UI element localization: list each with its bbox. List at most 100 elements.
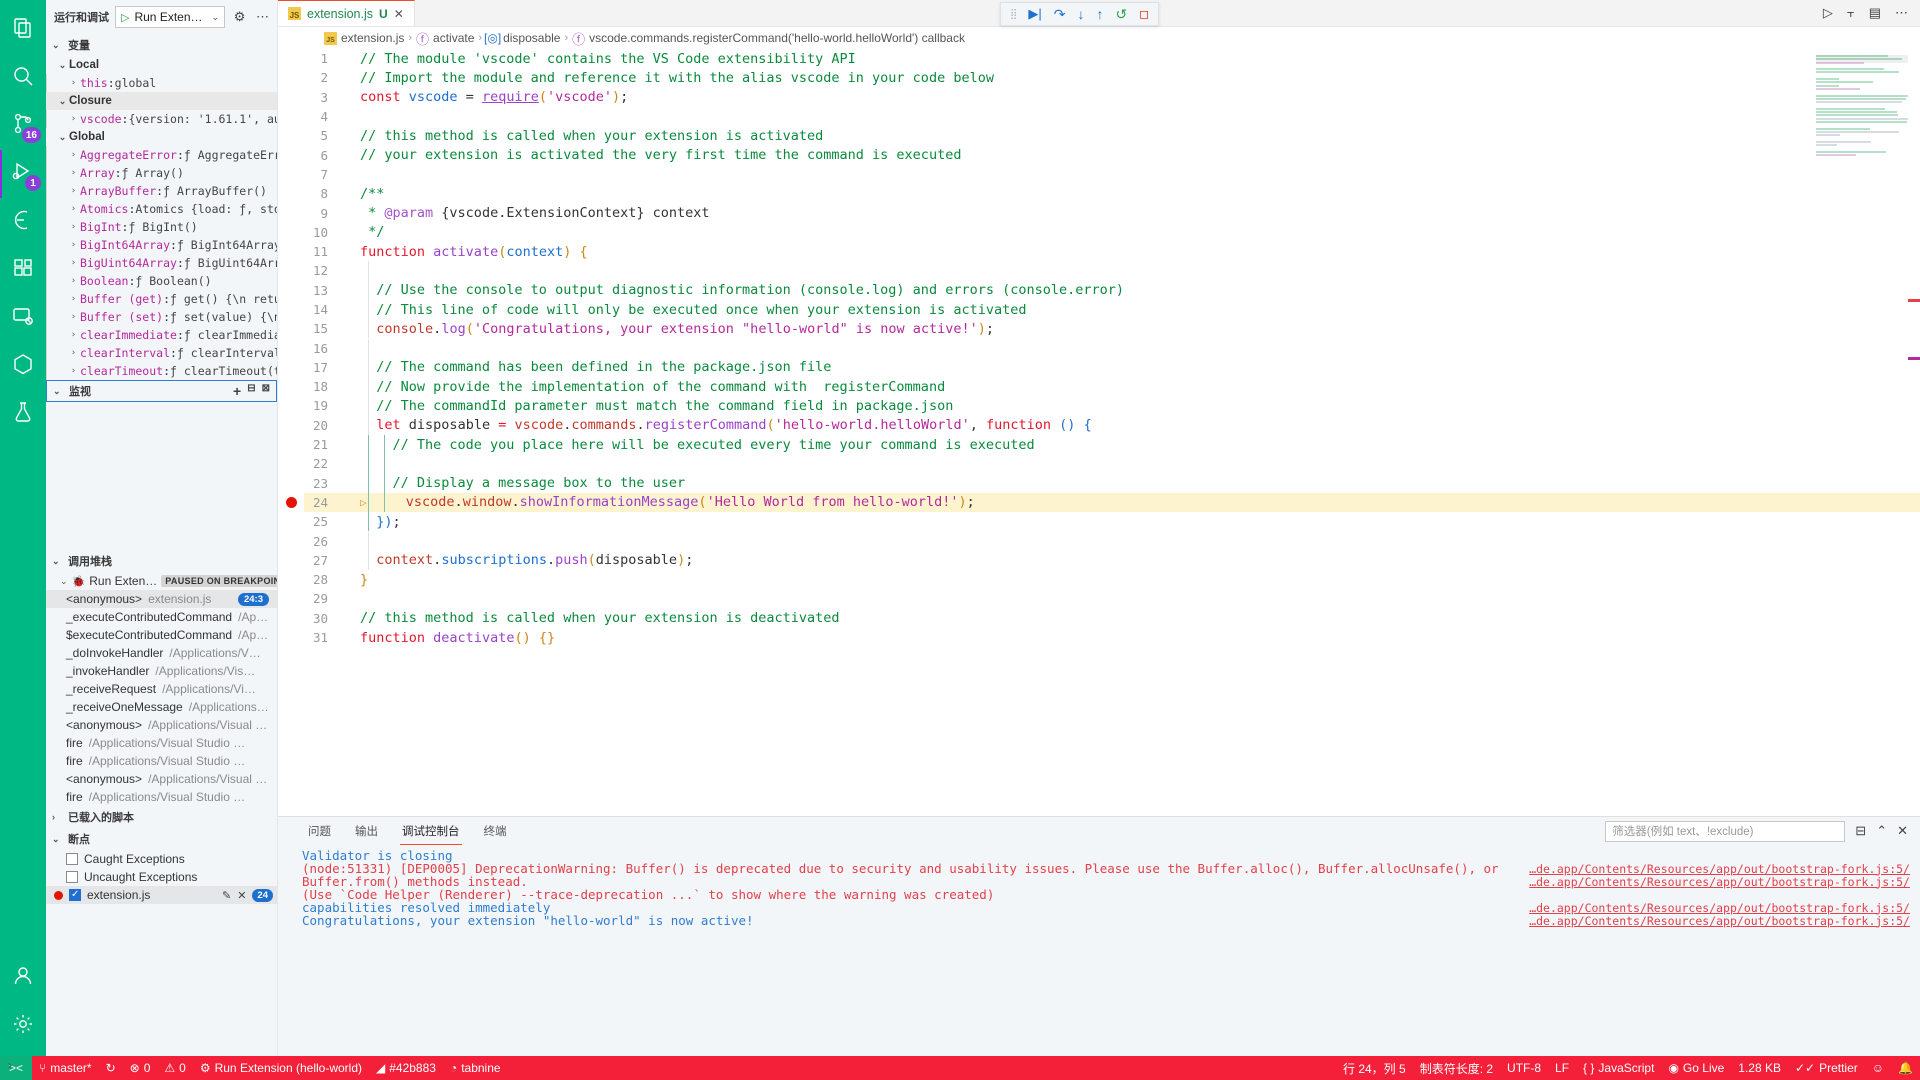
launch-configuration-select[interactable]: ▷ Run Extension ⌄ (115, 6, 226, 28)
code-line[interactable]: 4 (304, 107, 1920, 126)
add-watch-expression-button[interactable]: + (233, 383, 241, 399)
activity-item-test-beaker[interactable] (0, 390, 46, 438)
chevron-right-icon[interactable]: › (67, 168, 80, 178)
code-line[interactable]: 30 // this method is called when your ext… (304, 609, 1920, 628)
variable-row[interactable]: ›clearInterval: ƒ clearInterval(time… (46, 344, 277, 362)
call-stack-frame[interactable]: $executeContributedCommand/Ap… (46, 626, 277, 644)
code-line[interactable]: 27 context.subscriptions.push(disposable… (304, 551, 1920, 570)
code-line[interactable]: 9 * @param {vscode.ExtensionContext} con… (304, 203, 1920, 222)
status-eol[interactable]: LF (1548, 1056, 1576, 1080)
loaded-scripts-section-header[interactable]: › 已载入的脚本 (46, 806, 277, 828)
collapse-watch-button[interactable]: ⊟ (247, 383, 255, 399)
step-over-button[interactable]: ↷ (1054, 6, 1066, 23)
code-line[interactable]: 21 // The code you place here will be ex… (304, 435, 1920, 454)
call-stack-frame[interactable]: fire/Applications/Visual Studio … (46, 788, 277, 806)
breakpoint-row[interactable]: Uncaught Exceptions (46, 868, 277, 886)
chevron-right-icon[interactable]: › (67, 294, 80, 304)
breakpoint-row[interactable]: extension.js ✎ ✕ 24 (46, 886, 277, 904)
code-line[interactable]: 24 ▷ vscode.window.showInformationMessage… (304, 492, 1920, 513)
run-button[interactable]: ▷ (1823, 5, 1833, 21)
variables-section-header[interactable]: ⌄ 变量 (46, 34, 277, 56)
activity-item-live-share[interactable] (0, 198, 46, 246)
status-debug-target[interactable]: ⚙ Run Extension (hello-world) (193, 1056, 369, 1080)
code-line[interactable]: 16 (304, 338, 1920, 357)
call-stack-frame[interactable]: <anonymous> /Applications/Visual … (46, 716, 277, 734)
code-line[interactable]: 12 (304, 261, 1920, 280)
tab-problems[interactable]: 问题 (296, 817, 343, 845)
console-source-link[interactable]: …de.app/Contents/Resources/app/out/boots… (1529, 862, 1910, 876)
console-source-link[interactable]: …de.app/Contents/Resources/app/out/boots… (1529, 901, 1910, 915)
open-launch-settings-button[interactable]: ⚙ (231, 8, 248, 26)
variable-row[interactable]: ⌄ Local (46, 56, 277, 74)
restart-button[interactable]: ↺ (1115, 6, 1127, 23)
breakpoints-section-header[interactable]: ⌄ 断点 (46, 828, 277, 850)
step-into-button[interactable]: ↓ (1077, 6, 1084, 22)
edit-breakpoint-icon[interactable]: ✎ (222, 889, 231, 902)
code-line[interactable]: 22 (304, 454, 1920, 473)
variable-row[interactable]: › Array: ƒ Array() (46, 164, 277, 182)
breakpoint-row[interactable]: Caught Exceptions (46, 850, 277, 868)
more-actions-button[interactable]: ⋯ (1895, 5, 1908, 21)
status-tabnine[interactable]: ◔ tabnine (443, 1056, 508, 1080)
status-prettier[interactable]: ✓✓ Prettier (1788, 1056, 1865, 1080)
variable-row[interactable]: ›vscode: {version: '1.61.1', authent… (46, 110, 277, 128)
open-changes-button[interactable]: ▤ (1869, 5, 1881, 21)
activity-item-source-control[interactable]: 16 (0, 102, 46, 150)
breakpoint-marker[interactable] (286, 496, 297, 508)
activity-item-search[interactable] (0, 54, 46, 102)
debug-console-output[interactable]: Validator is closing (node:51331) [DEP000… (278, 845, 1920, 1056)
code-line[interactable]: 5 // this method is called when your exte… (304, 126, 1920, 145)
chevron-right-icon[interactable]: › (67, 222, 80, 232)
minimap[interactable] (1816, 55, 1908, 156)
code-line[interactable]: 2 // Import the module and reference it w… (304, 68, 1920, 87)
breadcrumb-item-callback[interactable]: ⓕ vscode.commands.registerCommand('hello… (572, 31, 965, 47)
call-stack-frame[interactable]: <anonymous> /Applications/Visual … (46, 770, 277, 788)
status-notifications[interactable]: 🔔 (1891, 1056, 1920, 1080)
variable-row[interactable]: › Buffer (get): ƒ get() {\n retu… (46, 290, 277, 308)
drag-handle-icon[interactable]: ⣿ (1010, 9, 1017, 20)
status-cursor-position[interactable]: 行 24，列 5 (1336, 1056, 1413, 1080)
chevron-right-icon[interactable]: › (67, 348, 80, 358)
activity-item-manage[interactable] (0, 1002, 46, 1050)
status-problems[interactable]: ⊗ 0 (123, 1056, 158, 1080)
close-icon[interactable]: ✕ (394, 7, 404, 21)
chevron-down-icon[interactable]: ⌄ (56, 60, 69, 71)
split-editor-button[interactable]: ⫟ (1847, 5, 1855, 21)
code-line[interactable]: 25 }); (304, 512, 1920, 531)
call-stack-session-row[interactable]: ⌄ 🐞 Run Exten… PAUSED ON BREAKPOINT (46, 572, 277, 590)
activity-item-explorer[interactable] (0, 6, 46, 54)
chevron-down-icon[interactable]: ⌄ (56, 96, 69, 107)
call-stack-frame[interactable]: _receiveRequest/Applications/Vi… (46, 680, 277, 698)
variable-row[interactable]: ›Atomics: Atomics {load: ƒ, store: ƒ… (46, 200, 277, 218)
chevron-right-icon[interactable]: › (67, 312, 80, 322)
status-sync[interactable]: ↻ (99, 1056, 123, 1080)
console-input-prompt-icon[interactable]: › (8, 1058, 12, 1072)
code-line[interactable]: 19 // The commandId parameter must match… (304, 396, 1920, 415)
minimap-slider[interactable] (1816, 55, 1908, 63)
breakpoint-checkbox[interactable] (69, 888, 81, 902)
tab-terminal[interactable]: 终端 (472, 817, 519, 845)
code-line[interactable]: 8 /** (304, 184, 1920, 203)
watch-list[interactable] (46, 402, 277, 550)
call-stack-section-header[interactable]: ⌄ 调用堆栈 (46, 550, 277, 572)
call-stack-frame[interactable]: _executeContributedCommand/Ap… (46, 608, 277, 626)
chevron-right-icon[interactable]: › (67, 78, 80, 88)
status-color-picker[interactable]: ◢ #42b883 (369, 1056, 443, 1080)
watch-section-header[interactable]: ⌄ 监视 + ⊟ ⊠ (46, 380, 277, 402)
chevron-right-icon[interactable]: › (67, 114, 80, 124)
chevron-right-icon[interactable]: › (67, 150, 80, 160)
code-line[interactable]: 15 console.log('Congratulations, your ex… (304, 319, 1920, 338)
code-line[interactable]: 18 // Now provide the implementation of … (304, 377, 1920, 396)
clear-console-button[interactable]: ⊟ (1855, 823, 1866, 839)
code-line[interactable]: 7 (304, 165, 1920, 184)
debug-toolbar[interactable]: ⣿ ▶| ↷ ↓ ↑ ↺ ◻ (1000, 2, 1160, 26)
code-line[interactable]: 23 // Display a message box to the user (304, 474, 1920, 493)
call-stack-frame[interactable]: _invokeHandler/Applications/Vis… (46, 662, 277, 680)
variable-row[interactable]: ›Buffer (set): ƒ set(value) {\n … (46, 308, 277, 326)
breakpoint-gutter[interactable] (278, 49, 304, 816)
breakpoints-list[interactable]: Caught Exceptions Uncaught Exceptions exte… (46, 850, 277, 904)
console-filter-input[interactable]: 筛选器(例如 text、!exclude) (1605, 820, 1846, 842)
status-branch[interactable]: ⑂ master* (32, 1056, 99, 1080)
clear-watch-button[interactable]: ⊠ (262, 383, 270, 399)
code-line[interactable]: 13 // Use the console to output diagnost… (304, 281, 1920, 300)
